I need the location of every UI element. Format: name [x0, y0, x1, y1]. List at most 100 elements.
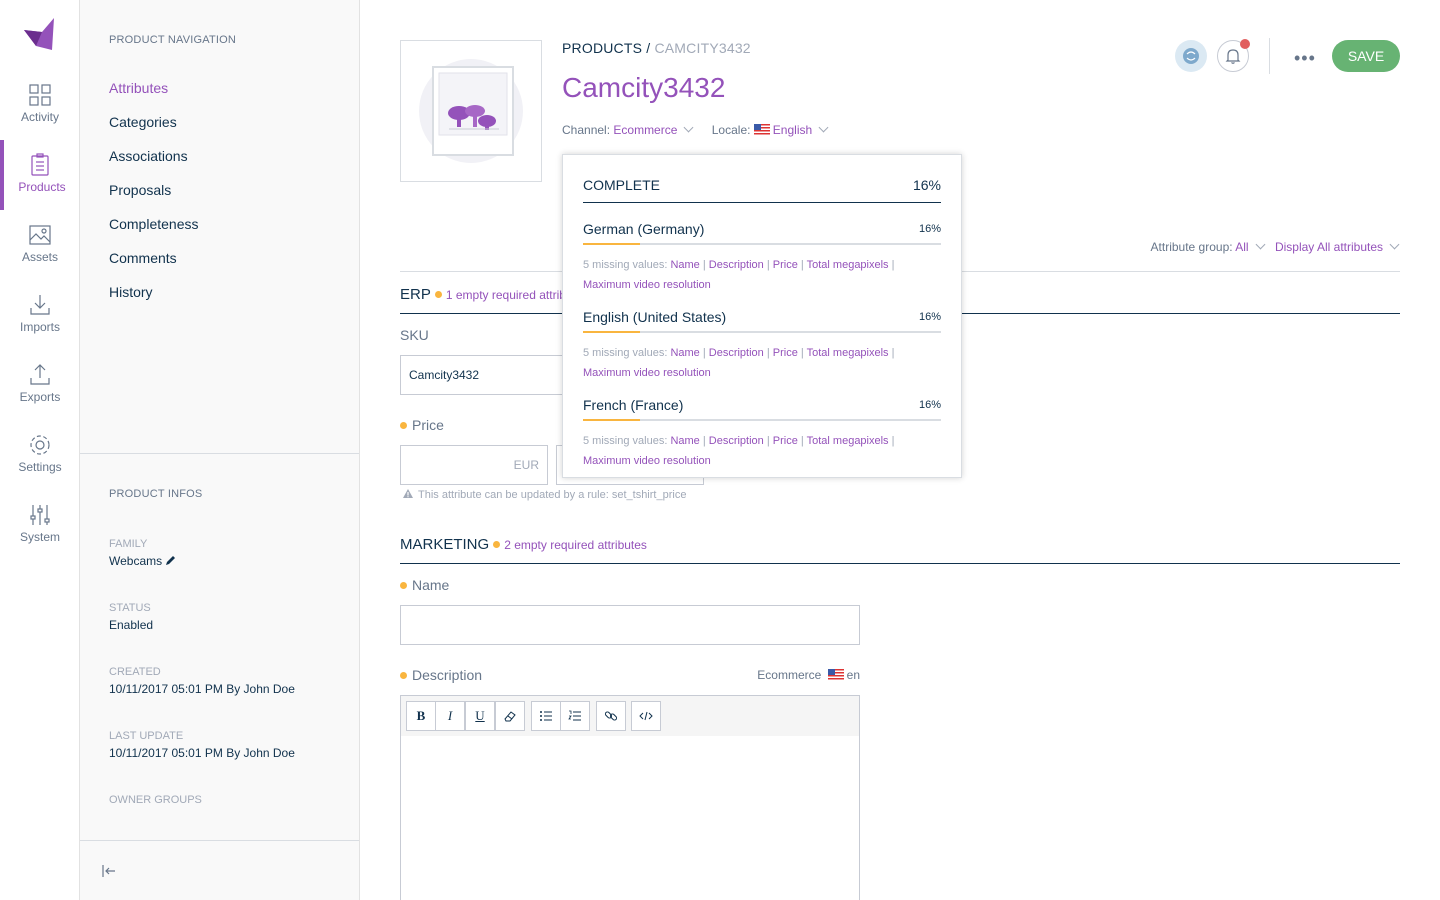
divider	[1269, 38, 1270, 74]
menu-item-imports[interactable]: Imports	[0, 280, 80, 350]
missing-count: 5 missing values:	[583, 259, 668, 271]
price-rule-helper: This attribute can be updated by a rule:…	[402, 488, 686, 501]
save-button[interactable]: SAVE	[1332, 40, 1400, 72]
menu-item-activity[interactable]: Activity	[0, 70, 80, 140]
locale-name: English (United States) 16%	[583, 309, 941, 325]
required-attributes-link[interactable]: 2 empty required attributes	[504, 538, 647, 552]
collapse-column-icon[interactable]	[100, 862, 118, 880]
italic-button[interactable]: I	[435, 701, 465, 731]
description-editor[interactable]	[400, 736, 860, 900]
pencil-icon[interactable]	[165, 555, 176, 566]
locale-name-text: French (France)	[583, 397, 684, 413]
code-icon	[639, 711, 653, 721]
gear-icon	[30, 435, 50, 455]
group-divider	[400, 563, 1400, 564]
menu-item-assets[interactable]: Assets	[0, 210, 80, 280]
sku-label: SKU	[400, 327, 429, 343]
completeness-locale: English (United States) 16% 5 missing val…	[583, 309, 941, 383]
locale-switcher[interactable]: Locale: English	[712, 122, 835, 137]
scope-locale: en	[846, 668, 860, 682]
missing-attr-link[interactable]: Maximum video resolution	[583, 279, 711, 291]
code-view-button[interactable]	[631, 701, 661, 731]
locale-ratio: 16%	[918, 223, 941, 235]
name-label-text: Name	[412, 577, 450, 593]
more-actions-button[interactable]: •••	[1294, 48, 1316, 69]
nav-item-categories[interactable]: Categories	[109, 114, 177, 130]
nav-item-history[interactable]: History	[109, 284, 153, 300]
missing-attr-link[interactable]: Description	[709, 435, 764, 447]
menu-item-label: Exports	[19, 390, 61, 404]
missing-attr-link[interactable]: Total megapixels	[807, 259, 889, 271]
missing-attr-link[interactable]: Description	[709, 347, 764, 359]
attribute-filters: Attribute group: All Display All attribu…	[1151, 239, 1400, 254]
last-update-value: 10/11/2017 05:01 PM By John Doe	[109, 746, 295, 760]
last-update-label: LAST UPDATE	[109, 730, 184, 742]
missing-attr-link[interactable]: Price	[773, 259, 798, 271]
menu-item-label: Assets	[21, 250, 58, 264]
product-infos-title: PRODUCT INFOS	[109, 488, 203, 500]
eraser-icon	[504, 711, 516, 722]
nav-item-proposals[interactable]: Proposals	[109, 182, 171, 198]
underline-button[interactable]: U	[465, 701, 495, 731]
missing-attr-link[interactable]: Price	[773, 435, 798, 447]
missing-attr-link[interactable]: Name	[670, 435, 699, 447]
required-dot-icon	[493, 541, 501, 548]
family-value[interactable]: Webcams	[109, 554, 176, 568]
menu-item-exports[interactable]: Exports	[0, 350, 80, 420]
bullet-list-button[interactable]	[531, 701, 561, 731]
progress-fill	[583, 331, 641, 333]
nav-item-comments[interactable]: Comments	[109, 250, 177, 266]
price-field-eur[interactable]: EUR	[400, 445, 548, 485]
ai-assistant-button[interactable]	[1175, 40, 1207, 72]
channel-label: Channel:	[562, 123, 611, 137]
locale-ratio: 16%	[918, 399, 941, 411]
bold-button[interactable]: B	[406, 701, 436, 731]
nav-item-attributes[interactable]: Attributes	[109, 80, 168, 96]
locale-value: English	[772, 123, 813, 137]
group-title-marketing: MARKETING 2 empty required attributes	[400, 536, 647, 553]
divider	[80, 840, 359, 841]
missing-attr-link[interactable]: Total megapixels	[807, 347, 889, 359]
main-menu: Activity Products Assets Imports Exports…	[0, 0, 80, 900]
description-label-text: Description	[412, 667, 483, 683]
missing-attr-link[interactable]: Total megapixels	[807, 435, 889, 447]
missing-values: 5 missing values: Name | Description | P…	[583, 435, 895, 467]
attribute-group-filter[interactable]: Attribute group: All	[1151, 239, 1275, 254]
menu-item-settings[interactable]: Settings	[0, 420, 80, 490]
status-value: Enabled	[109, 618, 154, 632]
missing-attr-link[interactable]: Description	[709, 259, 764, 271]
description-scope: Ecommerce en	[757, 668, 860, 682]
chevron-down-icon	[683, 122, 694, 133]
breadcrumb-current: CAMCITY3432	[654, 40, 751, 56]
nav-item-completeness[interactable]: Completeness	[109, 216, 199, 232]
name-field[interactable]	[400, 605, 860, 645]
completeness-header: COMPLETE 16%	[583, 177, 941, 193]
price-label: Price	[400, 417, 444, 433]
menu-item-products[interactable]: Products	[0, 140, 80, 210]
name-label: Name	[400, 577, 449, 593]
nav-item-associations[interactable]: Associations	[109, 148, 188, 164]
product-thumbnail[interactable]	[400, 40, 542, 182]
missing-attr-link[interactable]: Maximum video resolution	[583, 455, 711, 467]
display-attributes-filter[interactable]: Display All attributes	[1275, 239, 1400, 254]
created-value: 10/11/2017 05:01 PM By John Doe	[109, 682, 295, 696]
menu-item-label: Settings	[18, 460, 62, 474]
price-label-text: Price	[412, 417, 444, 433]
missing-attr-link[interactable]: Name	[670, 259, 699, 271]
missing-attr-link[interactable]: Maximum video resolution	[583, 367, 711, 379]
numbered-list-button[interactable]	[560, 701, 590, 731]
menu-item-label: System	[19, 530, 60, 544]
missing-attr-link[interactable]: Price	[773, 347, 798, 359]
link-button[interactable]	[596, 701, 626, 731]
channel-switcher[interactable]: Channel: Ecommerce	[562, 122, 704, 137]
family-name: Webcams	[109, 554, 163, 568]
required-attributes-link[interactable]: 1 empty required attrib	[446, 288, 566, 302]
notifications-button[interactable]	[1217, 39, 1250, 72]
akeneo-logo[interactable]	[22, 16, 56, 52]
menu-item-label: Products	[18, 180, 66, 194]
missing-attr-link[interactable]: Name	[670, 347, 699, 359]
link-icon	[604, 711, 618, 721]
breadcrumb-root[interactable]: PRODUCTS	[562, 40, 642, 56]
clear-format-button[interactable]	[495, 701, 525, 731]
menu-item-system[interactable]: System	[0, 490, 80, 560]
